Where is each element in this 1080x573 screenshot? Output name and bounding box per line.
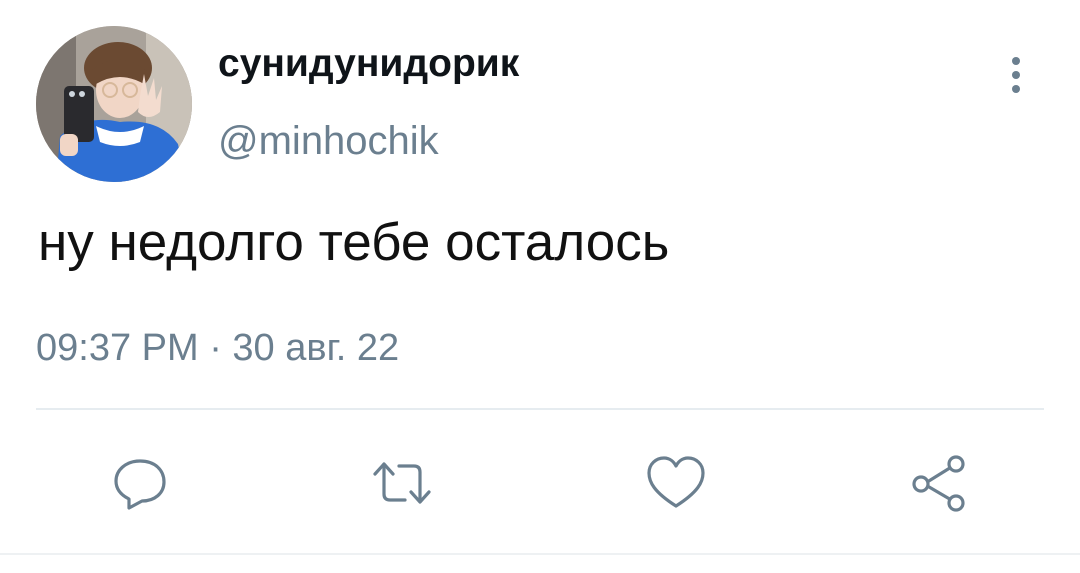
action-divider xyxy=(36,408,1044,410)
share-button[interactable] xyxy=(904,448,974,518)
more-options-button[interactable] xyxy=(996,48,1036,102)
user-handle[interactable]: @minhochik xyxy=(218,121,439,161)
share-icon xyxy=(912,455,965,512)
like-button[interactable] xyxy=(641,448,711,518)
reply-icon xyxy=(114,459,166,510)
retweet-button[interactable] xyxy=(367,448,437,518)
bottom-divider xyxy=(0,553,1080,555)
display-name[interactable]: сунидунидорик xyxy=(218,44,519,83)
tweet-text: ну недолго тебе осталось xyxy=(38,213,670,272)
avatar-photo xyxy=(36,26,192,182)
more-vertical-icon xyxy=(1012,57,1020,93)
tweet-timestamp[interactable]: 09:37 PM · 30 авг. 22 xyxy=(36,329,399,367)
retweet-icon xyxy=(373,462,431,504)
reply-button[interactable] xyxy=(105,448,175,518)
heart-icon xyxy=(647,456,705,508)
avatar[interactable] xyxy=(36,26,192,182)
